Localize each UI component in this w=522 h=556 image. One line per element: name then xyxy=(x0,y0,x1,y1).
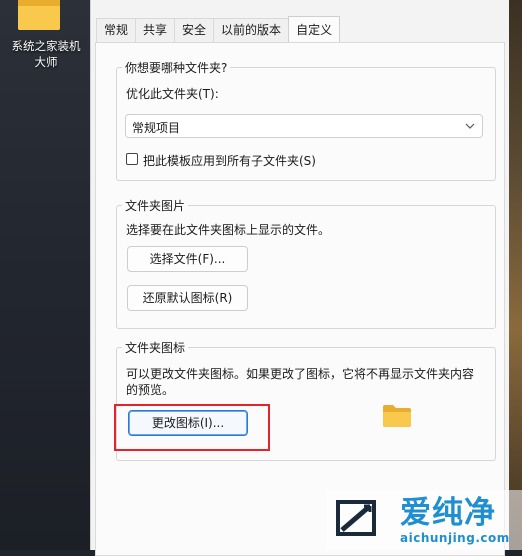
optimize-select[interactable]: 常规项目 xyxy=(125,114,483,138)
restore-default-button[interactable]: 还原默认图标(R) xyxy=(127,285,248,311)
optimize-label: 优化此文件夹(T): xyxy=(126,87,219,101)
properties-dialog: 常规 共享 安全 以前的版本 自定义 你想要哪种文件夹? 优化此文件夹(T): … xyxy=(90,0,509,556)
watermark-name: 爱纯净 xyxy=(400,495,496,531)
desktop-wallpaper-edge xyxy=(508,0,522,550)
watermark-logo-icon xyxy=(336,500,376,536)
folder-icon-group-title: 文件夹图标 xyxy=(122,339,189,356)
chevron-down-icon xyxy=(465,123,475,129)
watermark: 爱纯净 aichunjing.com xyxy=(326,490,522,550)
tab-strip: 常规 共享 安全 以前的版本 自定义 xyxy=(96,16,341,42)
apply-to-subfolders-label[interactable]: 把此模板应用到所有子文件夹(S) xyxy=(143,152,316,169)
tab-security[interactable]: 安全 xyxy=(174,18,215,42)
folder-icon-description-line1: 可以更改文件夹图标。如果更改了图标，它将不再显示文件夹内容 xyxy=(126,367,475,381)
desktop-background xyxy=(0,0,90,550)
desktop-folder-icon[interactable] xyxy=(16,0,62,30)
desktop-folder-label-line2: 大师 xyxy=(34,55,58,69)
tab-sharing[interactable]: 共享 xyxy=(135,18,176,42)
folder-picture-description: 选择要在此文件夹图标上显示的文件。 xyxy=(126,223,331,237)
folder-picture-group-title: 文件夹图片 xyxy=(122,197,189,214)
customize-panel: 你想要哪种文件夹? 优化此文件夹(T): 常规项目 把此模板应用到所有子文件夹(… xyxy=(95,42,505,556)
tab-previous-versions[interactable]: 以前的版本 xyxy=(213,18,290,42)
folder-icon-description-line2: 的预览。 xyxy=(126,383,175,397)
choose-file-button[interactable]: 选择文件(F)... xyxy=(127,246,248,272)
optimize-select-value: 常规项目 xyxy=(132,121,181,135)
watermark-url: aichunjing.com xyxy=(400,531,510,545)
tab-general[interactable]: 常规 xyxy=(96,18,137,42)
folder-preview-icon xyxy=(383,405,411,427)
apply-to-subfolders-checkbox[interactable] xyxy=(126,153,138,165)
tab-customize[interactable]: 自定义 xyxy=(288,16,341,42)
desktop-folder-label-line1: 系统之家装机 xyxy=(11,39,81,53)
desktop-folder-label[interactable]: 系统之家装机 大师 xyxy=(0,38,92,70)
folder-type-group-title: 你想要哪种文件夹? xyxy=(122,59,231,76)
red-highlight-box xyxy=(114,404,270,451)
